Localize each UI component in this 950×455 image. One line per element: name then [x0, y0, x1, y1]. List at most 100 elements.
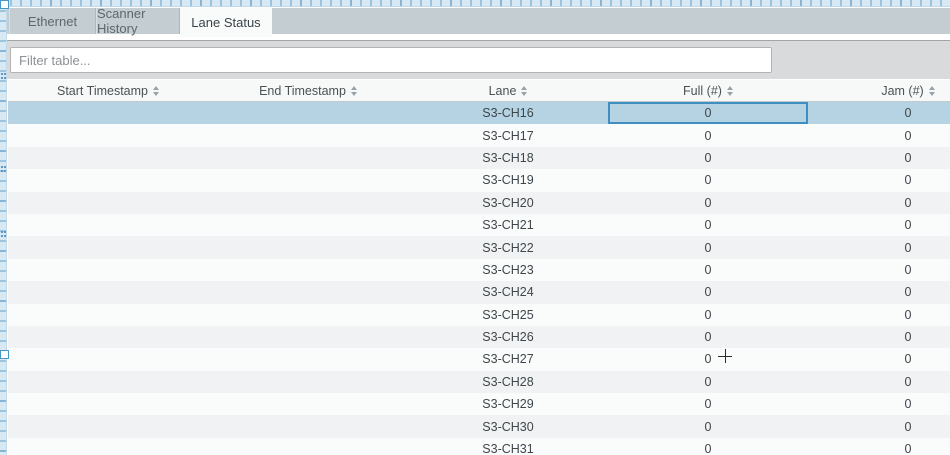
- cell-jam: 0: [808, 147, 950, 169]
- cell-full[interactable]: 0: [608, 102, 808, 124]
- table-row[interactable]: S3-CH22 0 0: [8, 236, 950, 258]
- cell-jam: 0: [808, 214, 950, 236]
- column-header-start-timestamp[interactable]: Start Timestamp: [8, 80, 208, 101]
- cell-lane: S3-CH23: [408, 259, 608, 281]
- cell-lane: S3-CH16: [408, 102, 608, 124]
- table-row[interactable]: S3-CH26 0 0: [8, 326, 950, 348]
- cell-full[interactable]: 0: [608, 236, 808, 258]
- cell-lane: S3-CH20: [408, 192, 608, 214]
- table-row[interactable]: S3-CH16 0 0: [8, 102, 950, 124]
- cell-full[interactable]: 0: [608, 259, 808, 281]
- sort-arrows-icon: [929, 86, 935, 96]
- cell-start-timestamp: [8, 371, 208, 393]
- table-row[interactable]: S3-CH21 0 0: [8, 214, 950, 236]
- cell-full[interactable]: 0: [608, 371, 808, 393]
- cell-jam: 0: [808, 415, 950, 437]
- sort-arrows-icon: [351, 86, 357, 96]
- cell-jam: 0: [808, 326, 950, 348]
- column-header-label: Full (#): [683, 84, 722, 98]
- cell-start-timestamp: [8, 214, 208, 236]
- cell-start-timestamp: [8, 438, 208, 455]
- cell-end-timestamp: [208, 281, 408, 303]
- selection-ruler-left: [0, 0, 7, 455]
- table-row[interactable]: S3-CH17 0 0: [8, 124, 950, 146]
- cell-full[interactable]: 0: [608, 438, 808, 455]
- cell-start-timestamp: [8, 192, 208, 214]
- table-row[interactable]: S3-CH19 0 0: [8, 169, 950, 191]
- cell-start-timestamp: [8, 236, 208, 258]
- cell-end-timestamp: [208, 415, 408, 437]
- cell-end-timestamp: [208, 192, 408, 214]
- cell-lane: S3-CH27: [408, 348, 608, 370]
- table-row[interactable]: S3-CH31 0 0: [8, 438, 950, 455]
- cell-end-timestamp: [208, 147, 408, 169]
- column-header-label: End Timestamp: [259, 84, 346, 98]
- cell-full[interactable]: 0: [608, 124, 808, 146]
- filter-table-input[interactable]: [10, 47, 772, 73]
- tab-lane-status[interactable]: Lane Status: [180, 8, 272, 37]
- cell-jam: 0: [808, 438, 950, 455]
- cell-end-timestamp: [208, 371, 408, 393]
- column-header-full[interactable]: Full (#): [608, 80, 808, 101]
- tab-scanner-history-label: Scanner History: [97, 6, 179, 36]
- cell-full[interactable]: 0: [608, 147, 808, 169]
- cell-end-timestamp: [208, 393, 408, 415]
- table-row[interactable]: S3-CH20 0 0: [8, 192, 950, 214]
- tab-bar: Ethernet Scanner History Lane Status: [7, 8, 950, 34]
- cell-end-timestamp: [208, 326, 408, 348]
- table-row[interactable]: S3-CH28 0 0: [8, 371, 950, 393]
- cell-lane: S3-CH28: [408, 371, 608, 393]
- cell-start-timestamp: [8, 102, 208, 124]
- lane-status-panel: Ethernet Scanner History Lane Status Sta…: [0, 0, 950, 455]
- resize-handle-middle-left[interactable]: [0, 350, 9, 359]
- tab-ethernet[interactable]: Ethernet: [9, 8, 96, 34]
- cell-lane: S3-CH17: [408, 124, 608, 146]
- cell-jam: 0: [808, 371, 950, 393]
- sort-arrows-icon: [521, 86, 527, 96]
- cell-jam: 0: [808, 259, 950, 281]
- cell-lane: S3-CH21: [408, 214, 608, 236]
- cell-lane: S3-CH22: [408, 236, 608, 258]
- cell-end-timestamp: [208, 169, 408, 191]
- column-header-jam[interactable]: Jam (#): [808, 80, 950, 101]
- cell-lane: S3-CH30: [408, 415, 608, 437]
- cell-jam: 0: [808, 236, 950, 258]
- column-header-end-timestamp[interactable]: End Timestamp: [208, 80, 408, 101]
- tab-ethernet-label: Ethernet: [28, 14, 77, 29]
- cell-full[interactable]: 0: [608, 326, 808, 348]
- cell-lane: S3-CH24: [408, 281, 608, 303]
- cell-end-timestamp: [208, 214, 408, 236]
- table-row[interactable]: S3-CH23 0 0: [8, 259, 950, 281]
- resize-handle-top-left[interactable]: [0, 0, 9, 9]
- cell-start-timestamp: [8, 326, 208, 348]
- cell-full[interactable]: 0: [608, 281, 808, 303]
- cell-full[interactable]: 0: [608, 214, 808, 236]
- cell-end-timestamp: [208, 124, 408, 146]
- cell-start-timestamp: [8, 124, 208, 146]
- cell-full[interactable]: 0: [608, 192, 808, 214]
- cell-start-timestamp: [8, 304, 208, 326]
- table-row[interactable]: S3-CH25 0 0: [8, 304, 950, 326]
- cell-end-timestamp: [208, 304, 408, 326]
- cell-full[interactable]: 0: [608, 415, 808, 437]
- cell-full[interactable]: 0: [608, 348, 808, 370]
- table-row[interactable]: S3-CH27 0 0: [8, 348, 950, 370]
- cell-full[interactable]: 0: [608, 169, 808, 191]
- cell-start-timestamp: [8, 259, 208, 281]
- tab-scanner-history[interactable]: Scanner History: [96, 8, 180, 34]
- cell-full[interactable]: 0: [608, 304, 808, 326]
- cell-end-timestamp: [208, 236, 408, 258]
- column-header-lane[interactable]: Lane: [408, 80, 608, 101]
- cell-start-timestamp: [8, 281, 208, 303]
- table-row[interactable]: S3-CH29 0 0: [8, 393, 950, 415]
- table-row[interactable]: S3-CH30 0 0: [8, 415, 950, 437]
- table-row[interactable]: S3-CH24 0 0: [8, 281, 950, 303]
- cell-jam: 0: [808, 192, 950, 214]
- cell-start-timestamp: [8, 393, 208, 415]
- sort-arrows-icon: [153, 86, 159, 96]
- table-row[interactable]: S3-CH18 0 0: [8, 147, 950, 169]
- cell-jam: 0: [808, 102, 950, 124]
- column-header-label: Jam (#): [881, 84, 923, 98]
- cell-full[interactable]: 0: [608, 393, 808, 415]
- cell-start-timestamp: [8, 415, 208, 437]
